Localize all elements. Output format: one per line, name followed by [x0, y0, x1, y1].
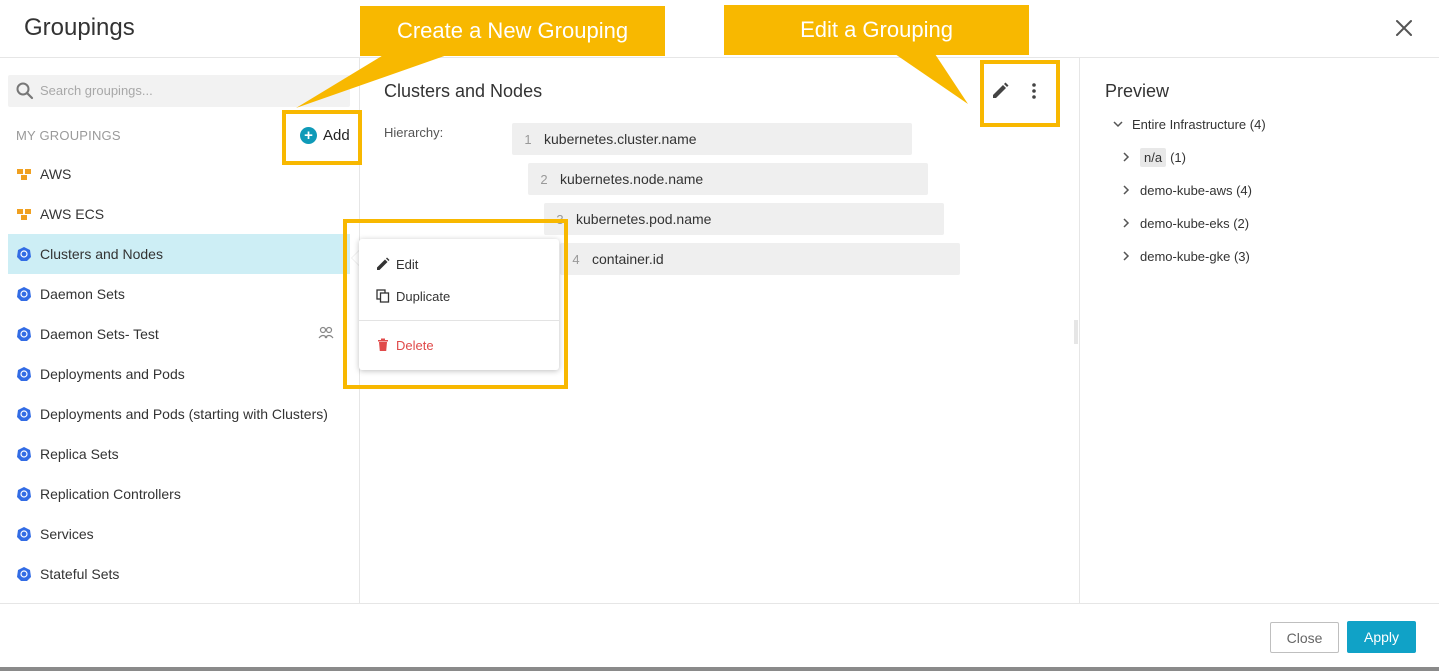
hierarchy-row[interactable]: 4 container.id: [560, 243, 960, 275]
hierarchy-field: kubernetes.node.name: [560, 171, 704, 187]
list-item-label: Clusters and Nodes: [40, 246, 163, 262]
chevron-right-icon: [1123, 251, 1130, 261]
chevron-right-icon: [1123, 218, 1130, 228]
panel-resize-handle[interactable]: [1074, 320, 1078, 344]
tree-node[interactable]: demo-kube-eks (2): [1120, 211, 1249, 235]
menu-highlight-box: [343, 219, 568, 389]
list-item-label: Deployments and Pods: [40, 366, 185, 382]
apply-button[interactable]: Apply: [1347, 621, 1416, 653]
list-item[interactable]: Daemon Sets- Test: [8, 314, 350, 354]
my-groupings-heading: MY GROUPINGS: [16, 128, 121, 143]
list-item-label: Daemon Sets: [40, 286, 125, 302]
tree-node[interactable]: n/a (1): [1120, 145, 1186, 169]
hierarchy-number: 2: [540, 171, 548, 187]
kubernetes-icon: [17, 407, 31, 421]
hierarchy-row[interactable]: 2 kubernetes.node.name: [528, 163, 928, 195]
create-grouping-callout: Create a New Grouping: [360, 6, 665, 56]
list-item-label: AWS ECS: [40, 206, 105, 222]
search-placeholder: Search groupings...: [40, 83, 153, 98]
chevron-down-icon: [1113, 121, 1123, 128]
edit-highlight-box: [980, 60, 1060, 127]
background-strip: [0, 667, 1439, 671]
aws-icon: [17, 169, 31, 180]
tree-node-label: demo-kube-aws (4): [1140, 182, 1252, 198]
list-item-label: Stateful Sets: [40, 566, 120, 582]
hierarchy-field: container.id: [592, 251, 664, 267]
hierarchy-field: kubernetes.cluster.name: [544, 131, 697, 147]
preview-panel: Preview Entire Infrastructure (4) n/a (1…: [1081, 58, 1439, 603]
hierarchy-label: Hierarchy:: [384, 125, 444, 140]
tree-node-count: (1): [1170, 149, 1186, 165]
kubernetes-icon: [17, 327, 31, 341]
tree-node[interactable]: demo-kube-gke (3): [1120, 244, 1250, 268]
tree-root-label: Entire Infrastructure (4): [1132, 116, 1266, 132]
aws-icon: [17, 209, 31, 220]
list-item[interactable]: AWS ECS: [8, 194, 350, 234]
kubernetes-icon: [17, 567, 31, 581]
list-item-label: Daemon Sets- Test: [40, 326, 159, 342]
kubernetes-icon: [17, 247, 31, 261]
groupings-modal: Groupings Search groupings... MY GROUPIN…: [0, 0, 1439, 671]
kubernetes-icon: [17, 287, 31, 301]
tree-root[interactable]: Entire Infrastructure (4): [1112, 112, 1266, 136]
modal-footer: Close Apply: [0, 603, 1439, 667]
add-highlight-box: [282, 110, 362, 165]
list-item[interactable]: Deployments and Pods (starting with Clus…: [8, 394, 350, 434]
modal-title: Groupings: [24, 14, 135, 41]
grouping-list: AWS AWS ECS Clusters and Nodes Daemon Se…: [8, 154, 350, 594]
search-input[interactable]: Search groupings...: [8, 75, 350, 107]
search-icon: [16, 82, 34, 100]
edit-grouping-callout: Edit a Grouping: [724, 5, 1029, 55]
hierarchy-row[interactable]: 1 kubernetes.cluster.name: [512, 123, 912, 155]
hierarchy-number: 1: [524, 131, 532, 147]
list-item[interactable]: Stateful Sets: [8, 554, 350, 594]
list-item[interactable]: Daemon Sets: [8, 274, 350, 314]
chevron-right-icon: [1123, 152, 1130, 162]
tree-node[interactable]: demo-kube-aws (4): [1120, 178, 1252, 202]
kubernetes-icon: [17, 487, 31, 501]
hierarchy-row[interactable]: 3 kubernetes.pod.name: [544, 203, 944, 235]
close-icon[interactable]: [1392, 16, 1416, 40]
modal-header: Groupings: [0, 0, 1439, 58]
list-item[interactable]: Deployments and Pods: [8, 354, 350, 394]
list-item-label: AWS: [40, 166, 72, 182]
list-item-label: Replication Controllers: [40, 486, 181, 502]
list-item-selected[interactable]: Clusters and Nodes: [8, 234, 350, 274]
close-button[interactable]: Close: [1270, 622, 1339, 653]
list-item[interactable]: Services: [8, 514, 350, 554]
list-item[interactable]: Replication Controllers: [8, 474, 350, 514]
hierarchy-field: kubernetes.pod.name: [576, 211, 712, 227]
preview-title: Preview: [1105, 81, 1170, 101]
kubernetes-icon: [17, 527, 31, 541]
chevron-right-icon: [1123, 185, 1130, 195]
list-item-label: Services: [40, 526, 94, 542]
grouping-title: Clusters and Nodes: [384, 81, 543, 101]
na-tag: n/a: [1140, 147, 1167, 167]
shared-users-icon: [318, 326, 334, 339]
list-item-label: Deployments and Pods (starting with Clus…: [40, 406, 328, 422]
kubernetes-icon: [17, 367, 31, 381]
tree-node-label: demo-kube-gke (3): [1140, 248, 1250, 264]
kubernetes-icon: [17, 447, 31, 461]
tree-node-label: demo-kube-eks (2): [1140, 215, 1250, 231]
list-item[interactable]: Replica Sets: [8, 434, 350, 474]
list-item-label: Replica Sets: [40, 446, 119, 462]
